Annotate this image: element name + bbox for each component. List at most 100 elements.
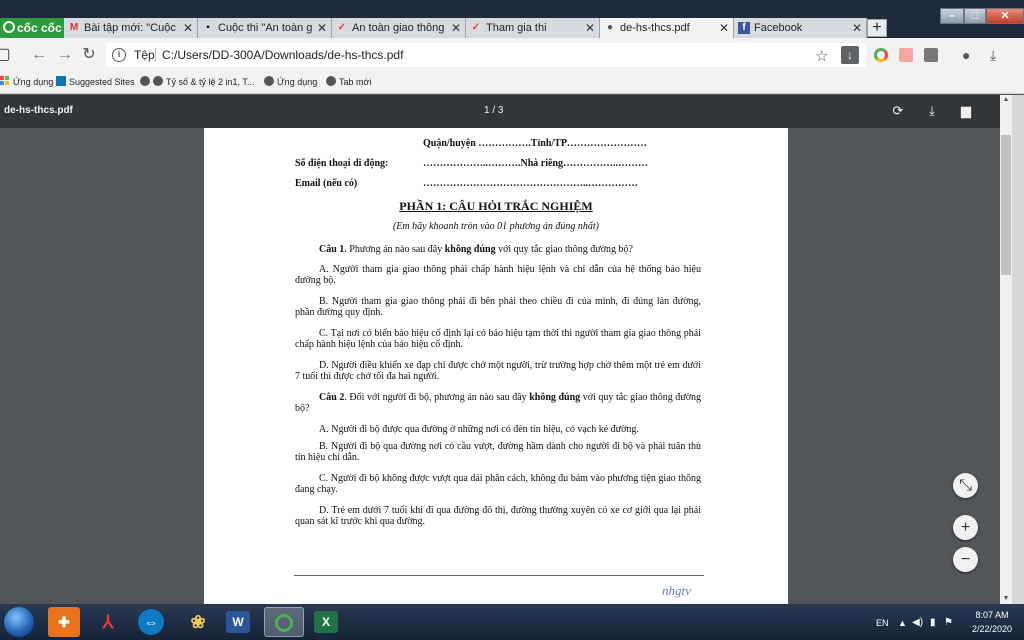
extension-copy-icon[interactable] xyxy=(924,48,938,62)
tab-label: Cuộc thi "An toàn gia xyxy=(218,22,313,34)
download-icon[interactable]: ⤓ xyxy=(924,103,940,119)
apps-grid-icon xyxy=(0,76,10,86)
sidebar-toggle-icon[interactable]: ▢ xyxy=(0,47,12,63)
extension-coccoc-icon[interactable] xyxy=(874,48,888,62)
tab-label: Facebook xyxy=(754,22,803,34)
page-indicator[interactable]: 1 / 3 xyxy=(484,105,503,116)
pdf-page: Quận/huyện …………….Tỉnh/TP…………………… Số điện… xyxy=(204,128,788,604)
volume-icon[interactable]: ◀) xyxy=(912,617,923,628)
close-tab-icon[interactable]: ✕ xyxy=(317,18,327,38)
tab-gmail[interactable]: M Bài tập mới: "Cuộc thi ✕ xyxy=(64,18,198,38)
profile-icon[interactable]: ● xyxy=(962,47,970,63)
gmail-icon: M xyxy=(69,22,79,33)
facebook-icon: f xyxy=(738,22,750,34)
q1-option-b: B. Người tham gia giao thông phải đi bên… xyxy=(295,296,701,318)
site-check-icon: ✓ xyxy=(337,22,347,33)
back-button[interactable]: ← xyxy=(30,47,48,63)
question-emphasis: không đúng xyxy=(444,244,496,255)
close-tab-icon[interactable]: ✕ xyxy=(719,18,729,38)
pdf-reader-icon[interactable]: ⅄ xyxy=(92,607,124,637)
bookmarks-bar: Ứng dụng Suggested Sites Tỷ số & tỷ lệ 2… xyxy=(0,72,1024,94)
tab-an-toan-giao-thong[interactable]: ✓ An toàn giao thông c ✕ xyxy=(332,18,466,38)
scrollbar-thumb[interactable] xyxy=(1001,135,1011,275)
close-tab-icon[interactable]: ✕ xyxy=(183,18,193,38)
extension-calendar-icon[interactable] xyxy=(899,48,913,62)
address-bar[interactable]: i Tệp C:/Users/DD-300A/Downloads/de-hs-t… xyxy=(106,43,866,67)
zoom-in-button[interactable]: + xyxy=(953,515,978,540)
teamviewer-icon[interactable]: ⇔ xyxy=(138,609,164,635)
reload-button[interactable]: ↻ xyxy=(80,47,98,63)
forward-button[interactable]: → xyxy=(56,47,74,63)
language-indicator[interactable]: EN xyxy=(876,618,889,628)
close-tab-icon[interactable]: ✕ xyxy=(852,18,862,38)
section-title: PHẦN 1: CÂU HỎI TRẮC NGHIỆM xyxy=(399,199,593,213)
clock-time: 8:07 AM xyxy=(975,610,1009,620)
close-tab-icon[interactable]: ✕ xyxy=(585,18,595,38)
info-icon[interactable]: i xyxy=(112,48,126,62)
bookmark-ty-so[interactable]: Tỷ số & tỷ lệ 2 in1, T... xyxy=(140,76,254,88)
question-number: Câu 1 xyxy=(319,244,345,255)
maximize-button[interactable]: □ xyxy=(964,8,986,24)
tab-label: An toàn giao thông c xyxy=(352,22,447,34)
browser-toolbar: ▢ ← → ↻ i Tệp C:/Users/DD-300A/Downloads… xyxy=(0,38,1024,72)
downloads-icon[interactable]: ⤓ xyxy=(990,47,996,64)
start-button[interactable] xyxy=(4,607,34,637)
url-text[interactable]: C:/Users/DD-300A/Downloads/de-hs-thcs.pd… xyxy=(162,43,403,67)
bing-icon xyxy=(56,76,66,86)
bookmark-label: Ứng dụng xyxy=(277,77,318,87)
print-icon[interactable]: ▆ xyxy=(958,103,974,119)
signature: nhgtv xyxy=(662,583,691,598)
bookmark-suggested-sites[interactable]: Suggested Sites xyxy=(56,76,135,88)
flag-icon[interactable]: ⚑ xyxy=(944,617,953,628)
zoom-out-button[interactable]: − xyxy=(953,547,978,572)
bookmark-tab-moi[interactable]: Tab mới xyxy=(326,76,371,88)
minimize-button[interactable]: – xyxy=(940,8,964,24)
address-separator xyxy=(155,48,156,62)
bookmark-label: Ứng dụng xyxy=(13,77,54,87)
district-line: Quận/huyện …………….Tỉnh/TP…………………… xyxy=(423,138,647,149)
q2-option-d: D. Trẻ em dưới 7 tuổi khi đi qua đường đ… xyxy=(295,505,701,527)
tab-pdf[interactable]: ● de-hs-thcs.pdf ✕ xyxy=(600,18,734,38)
coccoc-taskbar-icon[interactable] xyxy=(264,607,304,637)
tab-tham-gia-thi[interactable]: ✓ Tham gia thi ✕ xyxy=(466,18,600,38)
page-icon: ▪ xyxy=(206,22,210,33)
vertical-scrollbar[interactable]: ▲ ▼ xyxy=(1000,95,1012,604)
phone-label: Số điện thoại di động: xyxy=(295,158,389,169)
game-app-icon[interactable]: ❀ xyxy=(182,607,214,637)
scroll-down-icon[interactable]: ▼ xyxy=(1000,594,1012,604)
show-hidden-icons[interactable]: ▲ xyxy=(898,618,907,628)
network-icon[interactable]: ▮ xyxy=(930,617,936,628)
question-text: . Đối với người đi bộ, phương án nào sau… xyxy=(344,392,530,403)
bookmark-star-icon[interactable]: ☆ xyxy=(815,47,828,65)
phone-value: ………………..……….Nhà riêng……………..……… xyxy=(423,158,648,169)
brand-label: cốc cốc xyxy=(17,21,62,35)
close-window-button[interactable]: ✕ xyxy=(986,8,1024,24)
tab-facebook[interactable]: f Facebook ✕ xyxy=(734,18,867,38)
coccoc-menu-button[interactable]: cốc cốc xyxy=(0,18,64,38)
browser-tab-strip: cốc cốc M Bài tập mới: "Cuộc thi ✕ ▪ Cuộ… xyxy=(0,0,1024,38)
pdf-toolbar: de-hs-thcs.pdf 1 / 3 ⟳ ⤓ ▆ xyxy=(0,95,1000,128)
pdf-viewer[interactable]: Quận/huyện …………….Tỉnh/TP…………………… Số điện… xyxy=(0,128,1000,604)
new-tab-button[interactable]: + xyxy=(867,19,887,37)
question-emphasis: không đúng xyxy=(529,392,581,403)
tab-cuoc-thi[interactable]: ▪ Cuộc thi "An toàn gia ✕ xyxy=(198,18,332,38)
bookmark-apps[interactable]: Ứng dụng xyxy=(0,76,53,88)
clock-date: 2/22/2020 xyxy=(971,624,1013,634)
word-icon[interactable]: W xyxy=(226,611,250,633)
taskbar: ✚ ⅄ ⇔ ❀ W X EN ▲ ◀) ▮ ⚑ 8:07 AM 2/22/202… xyxy=(0,604,1024,640)
question-text: với quy tắc giao thông đường bộ? xyxy=(495,244,633,255)
email-label: Email (nếu có) xyxy=(295,178,358,189)
fit-page-button[interactable]: ⤡ xyxy=(953,473,978,498)
bookmark-ung-dung[interactable]: Ứng dụng xyxy=(264,76,317,88)
clock[interactable]: 8:07 AM 2/22/2020 xyxy=(964,608,1020,636)
shield-app-icon[interactable]: ✚ xyxy=(48,607,80,637)
download-page-icon[interactable]: ↓ xyxy=(841,46,859,64)
question-text: . Phương án nào sau đây xyxy=(344,244,445,255)
screen: cốc cốc M Bài tập mới: "Cuộc thi ✕ ▪ Cuộ… xyxy=(0,0,1024,640)
scroll-up-icon[interactable]: ▲ xyxy=(1000,95,1012,105)
q2-option-b: B. Người đi bộ qua đường nơi có cầu vượt… xyxy=(295,441,701,463)
globe-icon xyxy=(264,76,274,86)
close-tab-icon[interactable]: ✕ xyxy=(451,18,461,38)
rotate-icon[interactable]: ⟳ xyxy=(890,103,906,119)
excel-icon[interactable]: X xyxy=(314,611,338,633)
